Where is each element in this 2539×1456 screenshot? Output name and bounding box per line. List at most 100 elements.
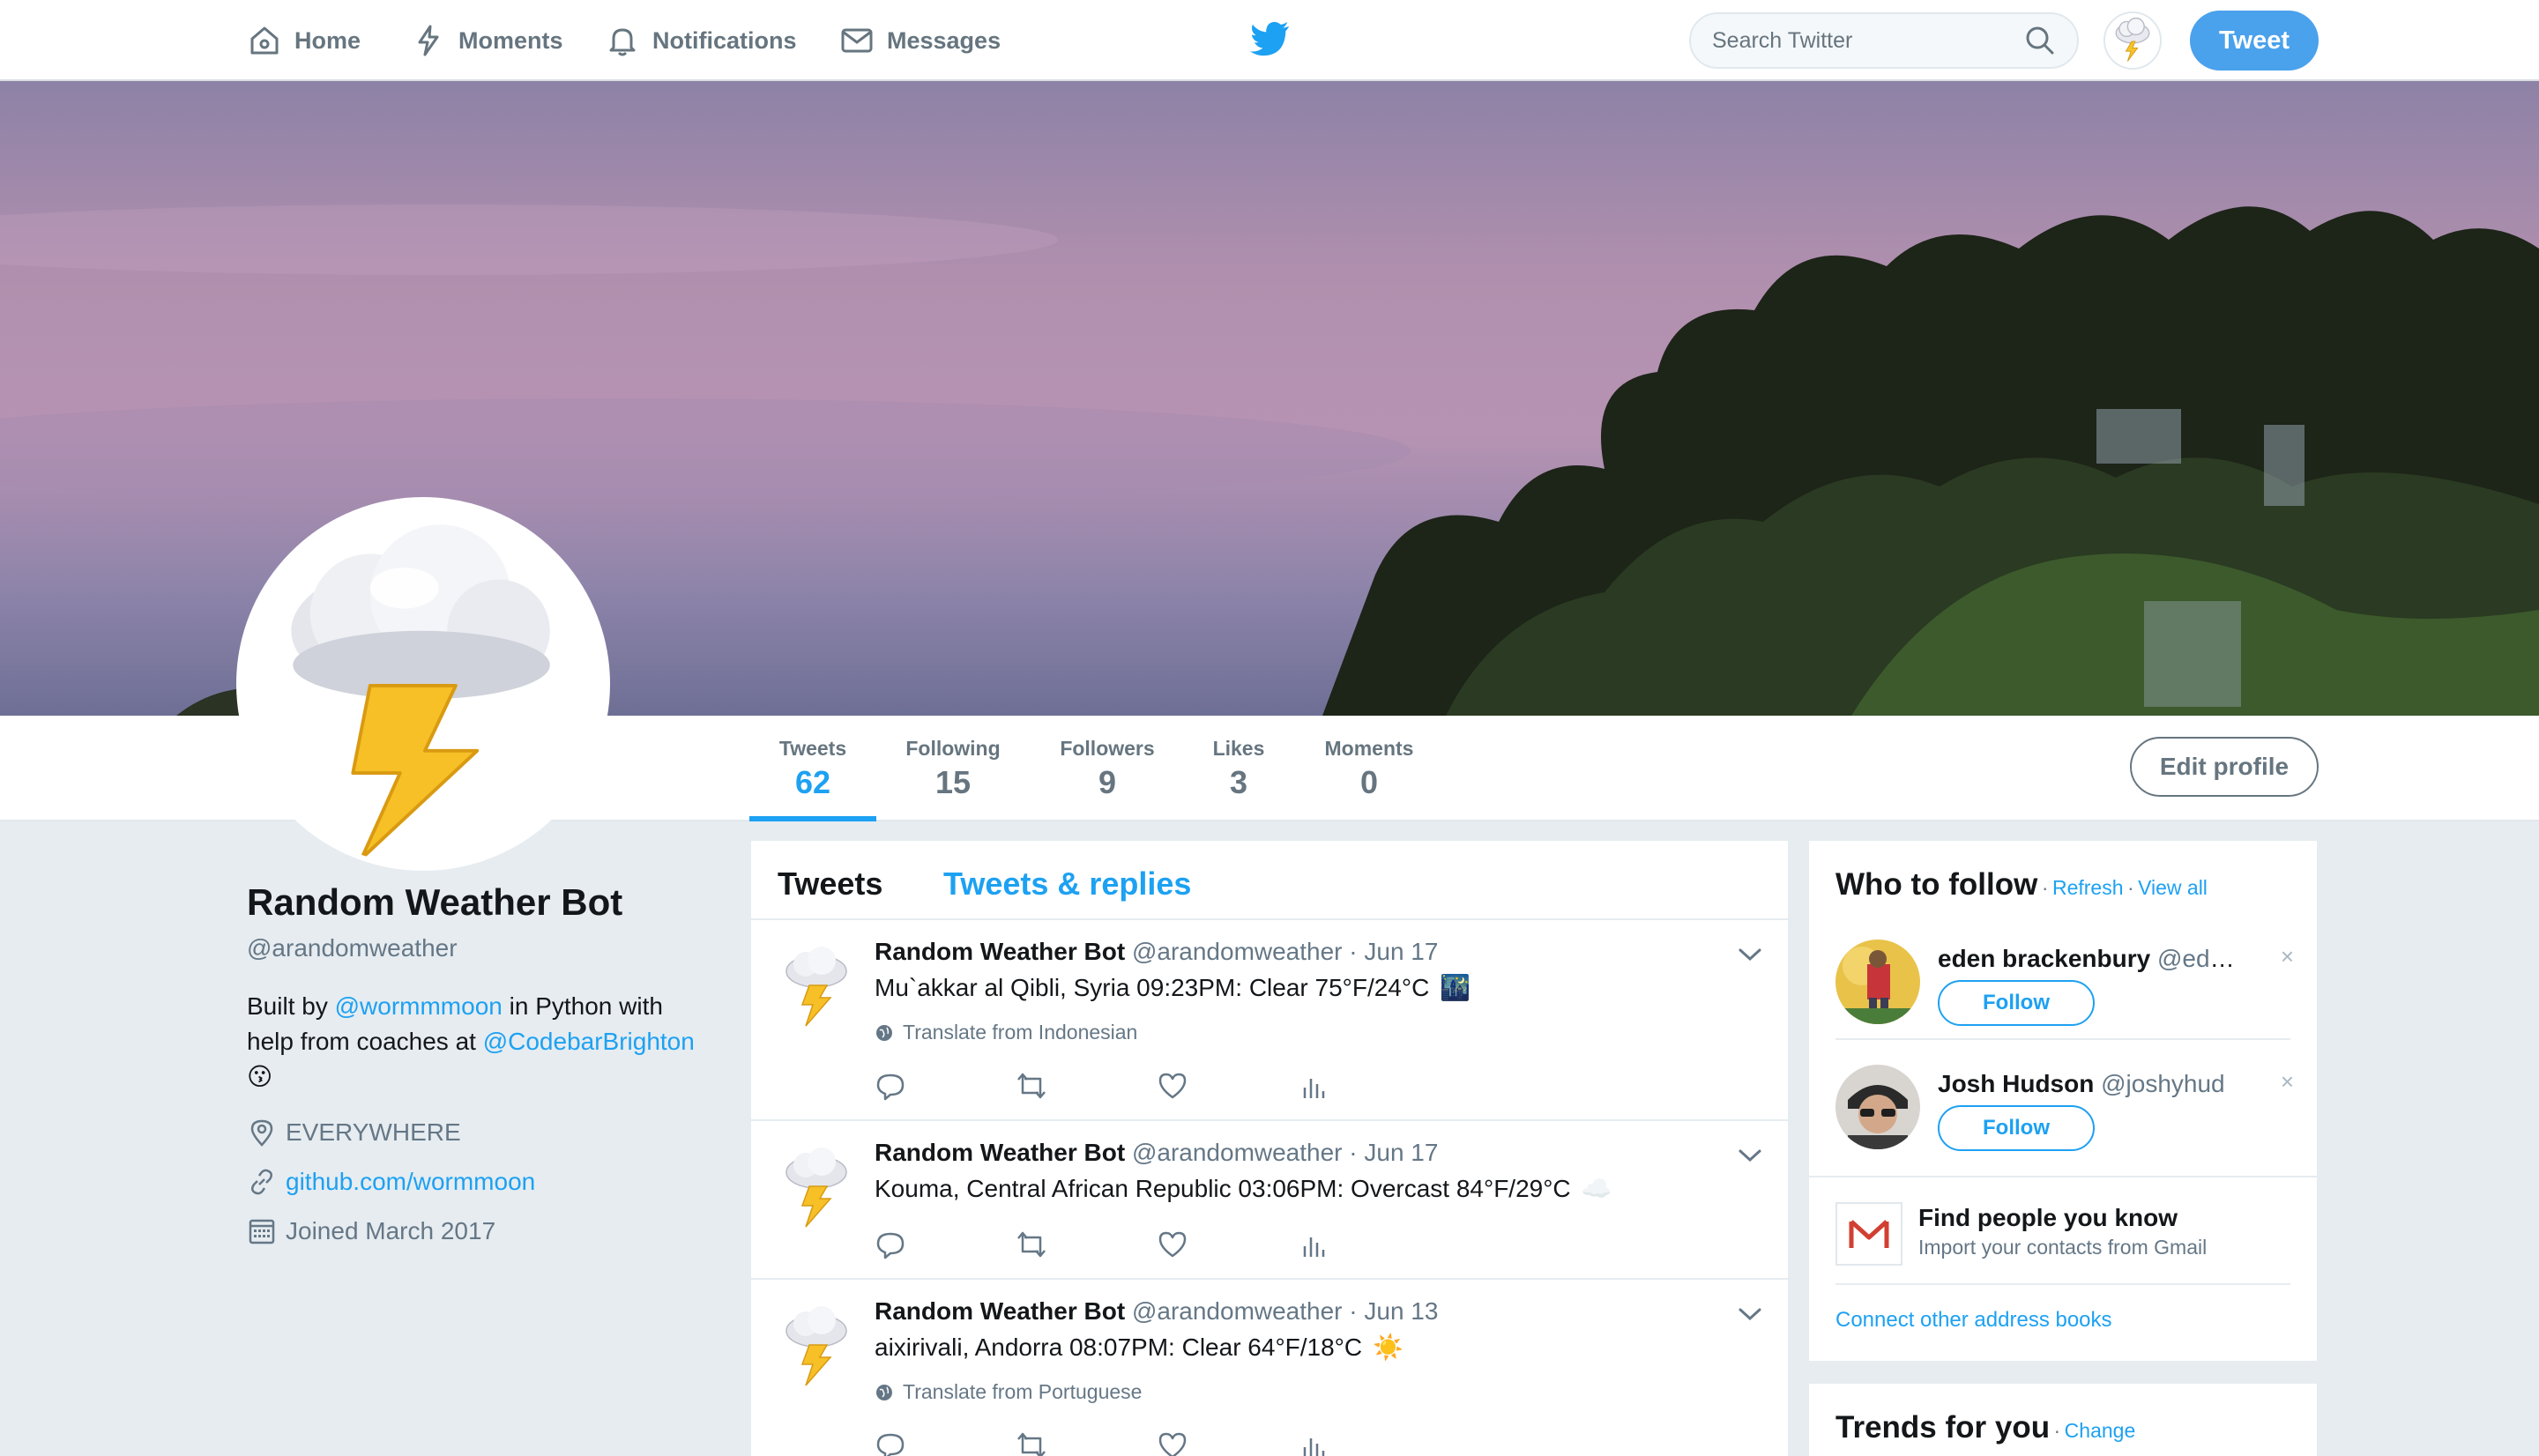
- home-icon: [250, 26, 279, 55]
- wtf-user-name[interactable]: eden brackenbury @ede…: [1938, 945, 2246, 973]
- tweet-emoji: ☀️: [1373, 1333, 1404, 1361]
- stat-following[interactable]: Following 15: [899, 737, 1007, 801]
- retweet-icon[interactable]: [1016, 1430, 1047, 1456]
- tweet-actions: [875, 1070, 1439, 1106]
- tweet-handle-date: @arandomweather · Jun 17: [1131, 1139, 1439, 1166]
- dismiss-icon[interactable]: ×: [2281, 1068, 2294, 1096]
- stat-moments[interactable]: Moments 0: [1317, 737, 1421, 801]
- tweet-body: Kouma, Central African Republic 03:06PM:…: [875, 1174, 1571, 1202]
- tweet-author-name[interactable]: Random Weather Bot: [875, 1297, 1125, 1325]
- gmail-icon: [1835, 1202, 1902, 1266]
- twitter-bird-icon[interactable]: [1250, 21, 1291, 56]
- stat-label: Followers: [1060, 737, 1155, 760]
- user-display-name: Josh Hudson: [1938, 1070, 2095, 1097]
- translate-text: Translate from Portuguese: [903, 1380, 1143, 1403]
- heart-icon[interactable]: [1157, 1070, 1188, 1102]
- import-contacts-text: Import your contacts from Gmail: [1918, 1236, 2208, 1259]
- retweet-icon[interactable]: [1016, 1229, 1047, 1260]
- wtf-title: Who to follow: [1835, 867, 2038, 902]
- profile-joined: Joined March 2017: [247, 1216, 495, 1246]
- tweet-text: Mu`akkar al Qibli, Syria 09:23PM: Clear …: [875, 973, 1471, 1002]
- bio-mention-link[interactable]: @CodebarBrighton: [483, 1028, 695, 1055]
- tweet-author-name[interactable]: Random Weather Bot: [875, 938, 1125, 965]
- profile-website: github.com/wormmoon: [247, 1167, 535, 1197]
- tweet-header: Random Weather Bot @arandomweather · Jun…: [875, 938, 1438, 966]
- profile-avatar[interactable]: [236, 497, 610, 871]
- account-avatar[interactable]: [2103, 11, 2162, 70]
- tab-tweets[interactable]: Tweets: [778, 865, 882, 903]
- view-all-link[interactable]: View all: [2138, 876, 2208, 899]
- heart-icon[interactable]: [1157, 1430, 1188, 1456]
- search-input[interactable]: [1712, 27, 2024, 54]
- reply-icon[interactable]: [875, 1430, 906, 1456]
- separator: ·: [2053, 1419, 2061, 1442]
- timeline-tabs: Tweets Tweets & replies: [751, 841, 1788, 920]
- chevron-down-icon[interactable]: [1737, 1304, 1763, 1324]
- edit-profile-button[interactable]: Edit profile: [2130, 737, 2319, 797]
- tab-tweets-replies[interactable]: Tweets & replies: [943, 865, 1191, 903]
- nav-home[interactable]: Home: [247, 0, 361, 81]
- stat-followers[interactable]: Followers 9: [1053, 737, 1162, 801]
- nav-notifications[interactable]: Notifications: [605, 0, 797, 81]
- profile-name: Random Weather Bot: [247, 881, 623, 923]
- reply-icon[interactable]: [875, 1229, 906, 1260]
- cloud-lightning-icon: [786, 947, 847, 1027]
- analytics-icon[interactable]: [1298, 1229, 1329, 1260]
- who-to-follow-card: Who to follow · Refresh · View all eden …: [1809, 841, 2317, 1361]
- find-people-title[interactable]: Find people you know: [1918, 1204, 2178, 1232]
- search-icon[interactable]: [2024, 25, 2056, 56]
- user-photo: [1835, 1065, 1920, 1149]
- translate-link[interactable]: Translate from Indonesian: [875, 1021, 1137, 1044]
- wtf-header: Who to follow · Refresh · View all: [1835, 867, 2208, 903]
- stat-label: Moments: [1324, 737, 1414, 760]
- analytics-icon[interactable]: [1298, 1070, 1329, 1102]
- stat-value: 0: [1359, 764, 1379, 800]
- tweet-author-name[interactable]: Random Weather Bot: [875, 1139, 1125, 1166]
- bio-emoji: 😗: [247, 1063, 273, 1090]
- stat-likes[interactable]: Likes 3: [1208, 737, 1270, 801]
- profile-location: EVERYWHERE: [247, 1118, 461, 1148]
- nav-moments[interactable]: Moments: [411, 0, 563, 81]
- follow-button[interactable]: Follow: [1938, 1105, 2095, 1151]
- nav-moments-label: Moments: [458, 26, 563, 54]
- tweet-item[interactable]: Random Weather Bot @arandomweather · Jun…: [751, 1280, 1788, 1456]
- tweet-header: Random Weather Bot @arandomweather · Jun…: [875, 1139, 1438, 1167]
- cloud-lightning-icon: [2115, 17, 2150, 62]
- stat-value: 3: [1229, 764, 1248, 800]
- connect-address-books-link[interactable]: Connect other address books: [1835, 1308, 2112, 1333]
- cloud-lightning-icon: [291, 524, 550, 861]
- website-link[interactable]: github.com/wormmoon: [286, 1168, 535, 1196]
- avatar[interactable]: [1835, 1065, 1920, 1149]
- refresh-link[interactable]: Refresh: [2052, 876, 2124, 899]
- translate-text: Translate from Indonesian: [903, 1021, 1138, 1044]
- trends-card: Trends for you · Change: [1809, 1384, 2317, 1456]
- chevron-down-icon[interactable]: [1737, 945, 1763, 964]
- retweet-icon[interactable]: [1016, 1070, 1047, 1102]
- stat-value: 62: [794, 764, 831, 800]
- separator: ·: [2126, 876, 2134, 899]
- calendar-icon: [249, 1219, 275, 1244]
- tweet-button[interactable]: Tweet: [2190, 11, 2319, 71]
- wtf-user-name[interactable]: Josh Hudson @joshyhud: [1938, 1070, 2246, 1098]
- stat-label: Following: [905, 737, 1001, 760]
- dismiss-icon[interactable]: ×: [2281, 943, 2294, 970]
- search-box[interactable]: [1689, 12, 2079, 69]
- analytics-icon[interactable]: [1298, 1430, 1329, 1456]
- timeline: Tweets Tweets & replies Random Weather B…: [751, 841, 1788, 1456]
- change-link[interactable]: Change: [2065, 1419, 2136, 1442]
- wtf-user: Josh Hudson @joshyhud Follow ×: [1835, 1065, 2294, 1162]
- translate-link[interactable]: Translate from Portuguese: [875, 1380, 1142, 1404]
- bio-mention-link[interactable]: @wormmmoon: [335, 992, 503, 1020]
- tweet-item[interactable]: Random Weather Bot @arandomweather · Jun…: [751, 920, 1788, 1121]
- divider: [1835, 1283, 2290, 1285]
- tweet-item[interactable]: Random Weather Bot @arandomweather · Jun…: [751, 1121, 1788, 1280]
- avatar[interactable]: [1835, 940, 1920, 1024]
- heart-icon[interactable]: [1157, 1229, 1188, 1260]
- reply-icon[interactable]: [875, 1070, 906, 1102]
- follow-button[interactable]: Follow: [1938, 980, 2095, 1026]
- nav-messages-label: Messages: [887, 26, 1001, 54]
- stat-tweets[interactable]: Tweets 62: [769, 737, 857, 801]
- nav-messages[interactable]: Messages: [839, 0, 1001, 81]
- chevron-down-icon[interactable]: [1737, 1146, 1763, 1165]
- envelope-icon: [841, 28, 873, 53]
